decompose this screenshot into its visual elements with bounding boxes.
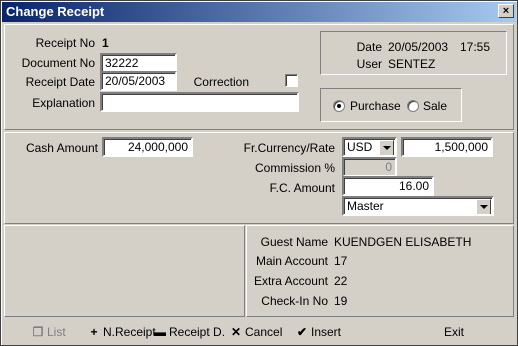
sale-label[interactable]: Sale xyxy=(423,99,447,113)
insert-label: Insert xyxy=(311,325,342,339)
purchase-label[interactable]: Purchase xyxy=(350,99,401,113)
exit-label: Exit xyxy=(444,325,465,339)
receipt-no-label: Receipt No xyxy=(35,36,95,50)
main-account-label: Main Account xyxy=(255,254,328,268)
card-select[interactable]: Master xyxy=(342,196,494,216)
currency-rate-label: Fr.Currency/Rate xyxy=(243,141,335,155)
explanation-label: Explanation xyxy=(32,96,95,110)
document-no-label: Document No xyxy=(21,56,95,70)
window-title: Change Receipt xyxy=(6,4,105,19)
receipt-date-field[interactable]: 20/05/2003 xyxy=(100,71,177,91)
extra-account-value: 22 xyxy=(334,274,348,288)
sale-radio[interactable] xyxy=(407,100,419,112)
chevron-down-icon[interactable] xyxy=(379,140,394,155)
exit-button[interactable]: Exit xyxy=(444,324,464,340)
currency-select[interactable]: USD xyxy=(342,137,397,157)
delete-receipt-label: Receipt D. xyxy=(169,325,226,339)
guest-name-value: KUENDGEN ELISABETH xyxy=(334,235,472,249)
cancel-button[interactable]: ✕ Cancel xyxy=(230,324,282,340)
date-value: 20/05/2003 xyxy=(388,40,449,54)
currency-value: USD xyxy=(347,140,373,154)
checkin-no-label: Check-In No xyxy=(261,294,328,308)
new-receipt-label: N.Receipt xyxy=(103,325,156,339)
fc-amount-label: F.C. Amount xyxy=(269,181,335,195)
fc-amount-field[interactable]: 16.00 xyxy=(342,176,434,196)
list-label: List xyxy=(47,325,66,339)
close-icon: × xyxy=(502,5,510,17)
extra-account-label: Extra Account xyxy=(253,274,328,288)
lower-left-panel xyxy=(4,225,245,317)
change-receipt-window: Change Receipt × Receipt No 1 Document N… xyxy=(0,0,518,346)
correction-label: Correction xyxy=(193,75,249,89)
guest-name-label: Guest Name xyxy=(260,235,328,249)
new-receipt-button[interactable]: + N.Receipt xyxy=(88,324,156,340)
date-label: Date xyxy=(356,40,382,54)
purchase-radio[interactable] xyxy=(333,100,345,112)
commission-label: Commission % xyxy=(254,161,335,175)
main-account-value: 17 xyxy=(334,254,348,268)
rate-field[interactable]: 1,500,000 xyxy=(401,137,493,157)
cancel-label: Cancel xyxy=(245,325,283,339)
correction-checkbox[interactable] xyxy=(285,74,298,87)
document-no-field[interactable]: 32222 xyxy=(100,53,177,73)
list-icon: ❐ xyxy=(32,325,44,339)
checkin-no-value: 19 xyxy=(334,294,348,308)
delete-receipt-button[interactable]: ▬ Receipt D. xyxy=(154,324,225,340)
commission-field[interactable]: 0 xyxy=(342,157,397,177)
receipt-date-label: Receipt Date xyxy=(25,75,95,89)
insert-button[interactable]: ✔ Insert xyxy=(296,324,341,340)
user-label: User xyxy=(356,57,382,71)
title-bar[interactable]: Change Receipt × xyxy=(2,2,516,22)
x-icon: ✕ xyxy=(230,325,242,339)
minus-icon: ▬ xyxy=(154,325,166,339)
card-value: Master xyxy=(347,199,384,213)
chevron-down-icon[interactable] xyxy=(476,199,491,214)
check-icon: ✔ xyxy=(296,325,308,339)
receipt-no-value: 1 xyxy=(102,36,109,50)
close-button[interactable]: × xyxy=(498,4,514,18)
explanation-field[interactable] xyxy=(100,92,299,112)
list-button[interactable]: ❐ List xyxy=(32,324,66,340)
cash-amount-field[interactable]: 24,000,000 xyxy=(102,137,193,157)
plus-icon: + xyxy=(90,325,98,339)
cash-amount-label: Cash Amount xyxy=(25,141,98,155)
user-value: SENTEZ xyxy=(388,57,436,71)
time-value: 17:55 xyxy=(460,40,491,54)
action-toolbar: ❐ List + N.Receipt ▬ Receipt D. ✕ Cancel ✔ In… xyxy=(2,319,516,345)
